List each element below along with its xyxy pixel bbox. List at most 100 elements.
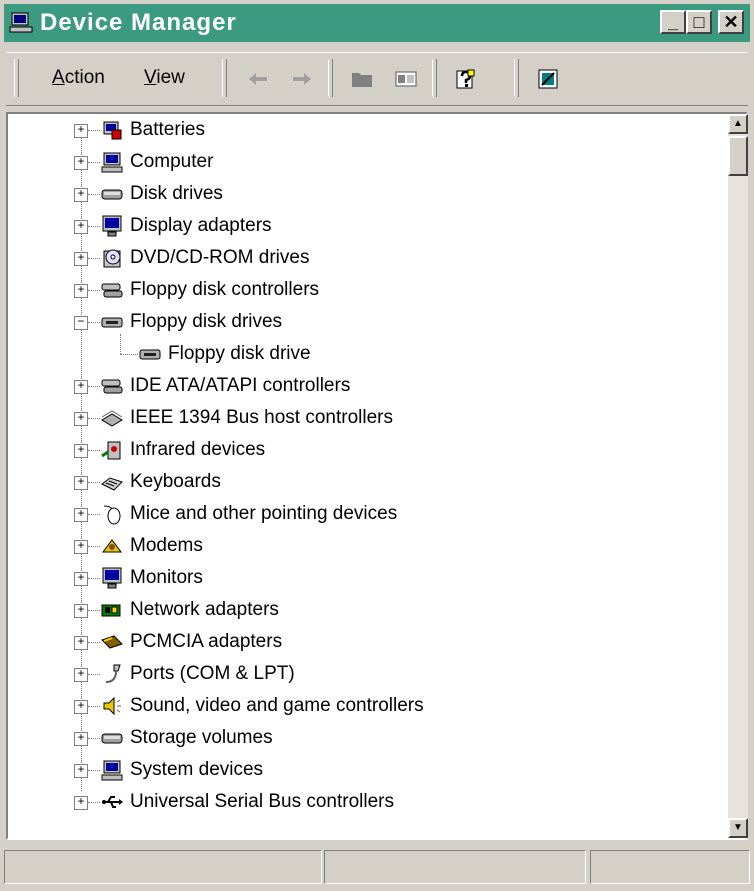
tree-node-label: Computer bbox=[130, 151, 214, 172]
tree-connector bbox=[88, 802, 100, 803]
scan-hardware-icon bbox=[538, 69, 558, 89]
up-folder-button[interactable] bbox=[346, 63, 378, 95]
tree-node-label: Storage volumes bbox=[130, 727, 273, 748]
tree-node-computer[interactable]: + Computer bbox=[8, 148, 708, 176]
expand-toggle[interactable]: + bbox=[74, 380, 88, 394]
device-tree[interactable]: + Batteries + Computer + Disk drives + Display … bbox=[8, 114, 712, 834]
menu-view[interactable]: View bbox=[144, 67, 185, 89]
tree-node-storage-volumes[interactable]: + Storage volumes bbox=[8, 724, 708, 752]
status-panel-3 bbox=[590, 850, 750, 884]
expand-toggle[interactable]: + bbox=[74, 732, 88, 746]
device-tree-pane[interactable]: + Batteries + Computer + Disk drives + Display … bbox=[6, 112, 748, 840]
tree-node-disk-drives[interactable]: + Disk drives bbox=[8, 180, 708, 208]
tree-node-label: DVD/CD-ROM drives bbox=[130, 247, 310, 268]
toolbar-separator bbox=[514, 59, 519, 97]
expand-toggle[interactable]: + bbox=[74, 604, 88, 618]
port-icon bbox=[100, 662, 124, 686]
storage-volume-icon bbox=[100, 726, 124, 750]
tree-connector bbox=[88, 386, 100, 387]
expand-toggle[interactable]: + bbox=[74, 188, 88, 202]
expand-toggle[interactable]: + bbox=[74, 252, 88, 266]
expand-toggle[interactable]: + bbox=[74, 764, 88, 778]
network-adapter-icon bbox=[100, 598, 124, 622]
tree-node-mice-and-other-pointing-devices[interactable]: + Mice and other pointing devices bbox=[8, 500, 708, 528]
tree-node-universal-serial-bus-controllers[interactable]: + Universal Serial Bus controllers bbox=[8, 788, 708, 816]
tree-node-label: Mice and other pointing devices bbox=[130, 503, 398, 524]
tree-node-sound-video-and-game-controllers[interactable]: + Sound, video and game controllers bbox=[8, 692, 708, 720]
tree-connector bbox=[88, 546, 100, 547]
expand-toggle[interactable]: + bbox=[74, 444, 88, 458]
floppy-drive-icon bbox=[138, 342, 162, 366]
tree-connector bbox=[88, 450, 100, 451]
expand-toggle[interactable]: + bbox=[74, 540, 88, 554]
menu-action[interactable]: Action bbox=[52, 67, 105, 89]
tree-node-infrared-devices[interactable]: + Infrared devices bbox=[8, 436, 708, 464]
toolbar-separator bbox=[432, 59, 437, 97]
expand-toggle[interactable]: + bbox=[74, 412, 88, 426]
tree-connector bbox=[88, 290, 100, 291]
expand-toggle[interactable]: + bbox=[74, 668, 88, 682]
floppy-drive-icon bbox=[100, 310, 124, 334]
properties-icon bbox=[395, 71, 417, 87]
expand-toggle[interactable]: + bbox=[74, 636, 88, 650]
tree-node-system-devices[interactable]: + System devices bbox=[8, 756, 708, 784]
tree-connector bbox=[88, 130, 100, 131]
expand-toggle[interactable]: + bbox=[74, 284, 88, 298]
toolbar-separator bbox=[328, 59, 333, 97]
window-title: Device Manager bbox=[40, 9, 237, 36]
scroll-thumb[interactable] bbox=[728, 136, 748, 176]
sound-icon bbox=[100, 694, 124, 718]
menu-action-accel: A bbox=[52, 67, 65, 88]
tree-node-ieee-1394-bus-host-controllers[interactable]: + IEEE 1394 Bus host controllers bbox=[8, 404, 708, 432]
expand-toggle[interactable]: + bbox=[74, 508, 88, 522]
expand-toggle[interactable]: + bbox=[74, 700, 88, 714]
menu-action-rest: ction bbox=[64, 67, 105, 88]
tree-node-batteries[interactable]: + Batteries bbox=[8, 116, 708, 144]
folder-icon bbox=[352, 73, 372, 87]
scroll-down-button[interactable]: ▼ bbox=[728, 818, 748, 838]
tree-node-modems[interactable]: + Modems bbox=[8, 532, 708, 560]
tree-connector bbox=[120, 354, 138, 355]
tree-node-ide-ata-atapi-controllers[interactable]: + IDE ATA/ATAPI controllers bbox=[8, 372, 708, 400]
expand-toggle[interactable]: + bbox=[74, 572, 88, 586]
tree-node-network-adapters[interactable]: + Network adapters bbox=[8, 596, 708, 624]
tree-node-ports-com-lpt[interactable]: + Ports (COM & LPT) bbox=[8, 660, 708, 688]
back-button[interactable] bbox=[242, 63, 274, 95]
expand-toggle[interactable]: + bbox=[74, 220, 88, 234]
help-button[interactable] bbox=[450, 63, 482, 95]
tree-node-keyboards[interactable]: + Keyboards bbox=[8, 468, 708, 496]
expand-toggle[interactable]: + bbox=[74, 124, 88, 138]
tree-node-label: Modems bbox=[130, 535, 203, 556]
scroll-up-button[interactable]: ▲ bbox=[728, 114, 748, 134]
title-bar[interactable]: Device Manager _ □ ✕ bbox=[4, 4, 750, 42]
expand-toggle[interactable]: + bbox=[74, 156, 88, 170]
tree-node-label: System devices bbox=[130, 759, 264, 780]
tree-node-dvd-cd-rom-drives[interactable]: + DVD/CD-ROM drives bbox=[8, 244, 708, 272]
tree-connector bbox=[88, 258, 100, 259]
tree-node-label: IEEE 1394 Bus host controllers bbox=[130, 407, 393, 428]
maximize-button[interactable]: □ bbox=[686, 10, 712, 34]
expand-toggle[interactable]: + bbox=[74, 476, 88, 490]
toolbar-grip[interactable] bbox=[14, 59, 19, 97]
infrared-icon bbox=[100, 438, 124, 462]
tree-node-floppy-disk-controllers[interactable]: + Floppy disk controllers bbox=[8, 276, 708, 304]
vertical-scrollbar[interactable]: ▲ ▼ bbox=[728, 114, 748, 838]
tree-connector bbox=[88, 514, 100, 515]
tree-node-pcmcia-adapters[interactable]: + PCMCIA adapters bbox=[8, 628, 708, 656]
help-icon bbox=[456, 69, 475, 89]
tree-node-label: Floppy disk drive bbox=[168, 343, 311, 364]
tree-node-floppy-disk-drives[interactable]: − Floppy disk drives bbox=[8, 308, 708, 336]
tree-node-monitors[interactable]: + Monitors bbox=[8, 564, 708, 592]
tree-connector bbox=[88, 194, 100, 195]
scan-hardware-button[interactable] bbox=[532, 63, 564, 95]
collapse-toggle[interactable]: − bbox=[74, 316, 88, 330]
close-button[interactable]: ✕ bbox=[718, 10, 744, 34]
tree-node-display-adapters[interactable]: + Display adapters bbox=[8, 212, 708, 240]
tree-node-floppy-disk-drive[interactable]: Floppy disk drive bbox=[8, 334, 708, 368]
minimize-button[interactable]: _ bbox=[660, 10, 686, 34]
tree-connector bbox=[88, 674, 100, 675]
forward-button[interactable] bbox=[286, 63, 318, 95]
tree-node-label: PCMCIA adapters bbox=[130, 631, 283, 652]
expand-toggle[interactable]: + bbox=[74, 796, 88, 810]
properties-button[interactable] bbox=[390, 63, 422, 95]
